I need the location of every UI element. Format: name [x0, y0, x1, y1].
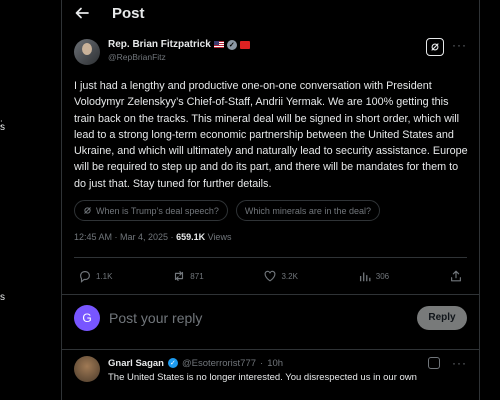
- separator-dot: ·: [260, 357, 264, 369]
- repost-button[interactable]: 871: [172, 269, 204, 283]
- us-flag-icon: [213, 41, 224, 48]
- comment-text: The United States is no longer intereste…: [108, 372, 417, 384]
- author-name-row[interactable]: Rep. Brian Fitzpatrick ✓: [108, 38, 426, 51]
- back-arrow-icon[interactable]: [74, 5, 90, 21]
- reply-button[interactable]: 1.1K: [78, 269, 112, 283]
- rail-fragment: s: [0, 292, 5, 303]
- reply-icon: [80, 271, 90, 283]
- action-bar: 1.1K 871 3.2K 306: [74, 258, 467, 294]
- post-timestamp[interactable]: 12:45 AM · Mar 4, 2025 ·: [74, 232, 176, 242]
- page-header: Post: [62, 0, 479, 26]
- views-chart-icon: [359, 272, 371, 282]
- reply-submit-button[interactable]: Reply: [417, 305, 467, 330]
- verified-icon: ✓: [167, 358, 178, 369]
- more-icon[interactable]: ···: [452, 38, 467, 52]
- grok-suggestions: When is Trump’s deal speech? Which miner…: [74, 200, 467, 222]
- author-row: Rep. Brian Fitzpatrick ✓ @RepBrianFitz ·…: [74, 38, 467, 68]
- like-icon: [265, 270, 276, 282]
- reply-input[interactable]: Post your reply: [109, 310, 417, 326]
- suggestion-label: When is Trump’s deal speech?: [96, 205, 219, 216]
- reply-composer: G Post your reply Reply: [62, 294, 479, 340]
- verified-icon: ✓: [226, 39, 237, 50]
- bookmark-count: 306: [375, 271, 390, 281]
- page-title: Post: [112, 4, 145, 22]
- share-icon: [451, 270, 461, 282]
- suggestion-label: Which minerals are in the deal?: [244, 205, 371, 216]
- author-name[interactable]: Rep. Brian Fitzpatrick: [108, 39, 211, 50]
- commenter-avatar[interactable]: [74, 356, 100, 383]
- suggestion-chip[interactable]: Which minerals are in the deal?: [235, 200, 380, 222]
- reply-count: 1.1K: [96, 271, 113, 281]
- suggestion-chip[interactable]: When is Trump’s deal speech?: [74, 200, 228, 222]
- author-info: Rep. Brian Fitzpatrick ✓ @RepBrianFitz: [108, 38, 426, 62]
- comment-body: Gnarl Sagan ✓ @Esoterrorist777 · 10h ···…: [108, 356, 467, 383]
- grok-icon[interactable]: [428, 357, 440, 370]
- more-icon[interactable]: ···: [452, 356, 467, 370]
- bookmark-button[interactable]: 306: [358, 269, 389, 283]
- grok-icon[interactable]: [426, 38, 444, 56]
- views-label: Views: [205, 232, 232, 243]
- reply-post[interactable]: Gnarl Sagan ✓ @Esoterrorist777 · 10h ···…: [62, 349, 479, 389]
- views-count: 659.1K: [176, 232, 206, 243]
- user-avatar[interactable]: G: [74, 304, 100, 331]
- post-text: I just had a lengthy and productive one-…: [74, 80, 468, 190]
- author-handle[interactable]: @RepBrianFitz: [108, 52, 426, 62]
- comment-time[interactable]: 10h: [267, 358, 283, 369]
- commenter-name[interactable]: Gnarl Sagan: [108, 358, 164, 369]
- main-post: Rep. Brian Fitzpatrick ✓ @RepBrianFitz ·…: [62, 26, 479, 294]
- repost-count: 871: [190, 271, 204, 281]
- repost-icon: [175, 271, 184, 282]
- author-avatar[interactable]: [74, 39, 100, 65]
- like-button[interactable]: 3.2K: [263, 269, 298, 283]
- affiliation-badge-icon: [239, 40, 250, 49]
- comment-header: Gnarl Sagan ✓ @Esoterrorist777 · 10h ···: [108, 356, 467, 370]
- commenter-handle[interactable]: @Esoterrorist777: [182, 358, 256, 369]
- post-column: Post Rep. Brian Fitzpatrick ✓ @RepBrianF…: [62, 0, 480, 400]
- rail-fragment: s: [0, 122, 5, 133]
- post-meta: 12:45 AM · Mar 4, 2025 · 659.1K Views: [74, 232, 467, 245]
- like-count: 3.2K: [281, 271, 298, 281]
- left-nav-rail: : s s: [0, 0, 62, 400]
- share-button[interactable]: [449, 269, 463, 283]
- grok-icon: [84, 207, 91, 214]
